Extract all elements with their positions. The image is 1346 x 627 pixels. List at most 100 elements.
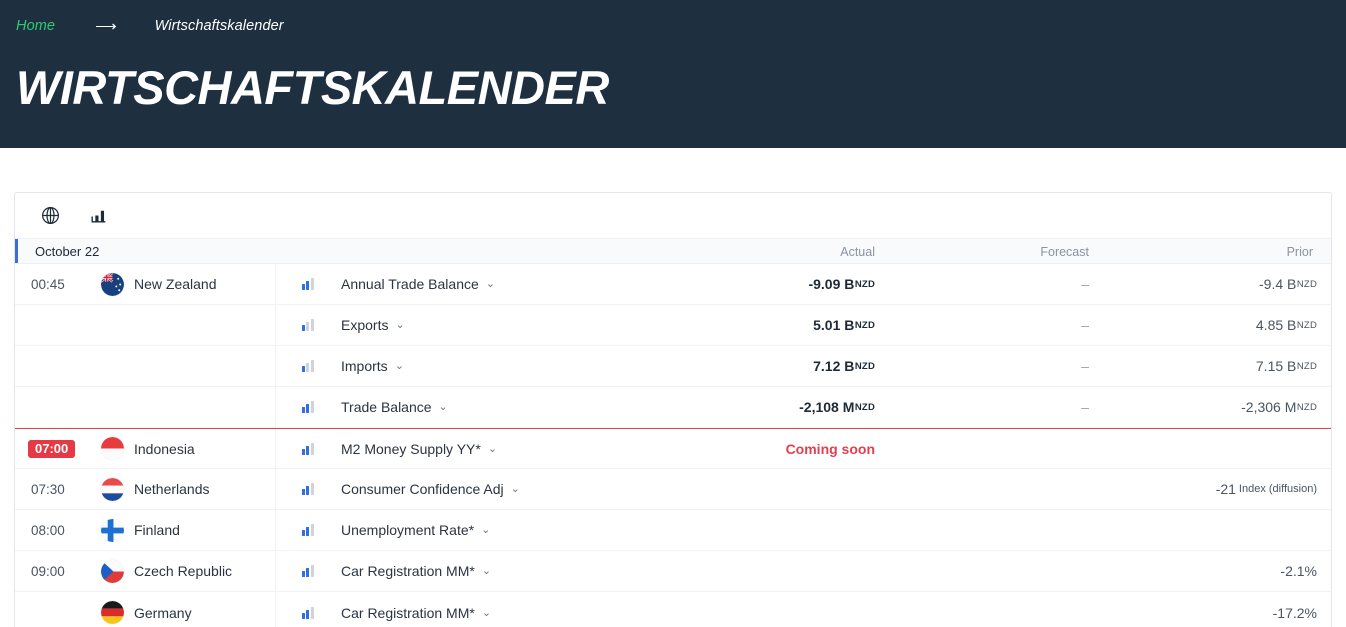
forecast-value: – (1081, 317, 1089, 333)
flag-germany (101, 601, 124, 624)
chevron-down-icon[interactable]: ⌄ (395, 320, 404, 331)
table-row[interactable]: 07:30 Netherlands Consumer Confidence Adj ⌄… (15, 469, 1331, 510)
flag-czech-republic (101, 559, 124, 583)
actual-value: Coming soon (785, 440, 875, 457)
page-title: WIRTSCHAFTSKALENDER (16, 61, 609, 114)
chevron-down-icon[interactable]: ⌄ (481, 525, 490, 536)
impact-indicator (301, 606, 314, 619)
actual-value: -9.09 B NZD (808, 276, 875, 292)
economic-calendar-card: October 22 Actual Forecast Prior 00:45 Ne… (14, 192, 1332, 627)
country-name: New Zealand (134, 276, 217, 292)
country-name: Czech Republic (134, 563, 233, 579)
forecast-value: – (1081, 276, 1089, 292)
flag-finland (101, 518, 124, 542)
flag-netherlands (101, 477, 124, 501)
flag-new-zealand (101, 272, 124, 296)
calendar-wrapper: October 22 Actual Forecast Prior 00:45 Ne… (0, 148, 1346, 627)
prior-value: 7.15 B NZD (1255, 358, 1317, 374)
column-header-forecast: Forecast (1040, 245, 1089, 259)
event-name: Trade Balance (341, 399, 432, 415)
event-name-cell[interactable]: Unemployment Rate* ⌄ (339, 522, 1331, 538)
impact-indicator (301, 524, 314, 536)
prior-value: 4.85 B NZD (1255, 317, 1317, 333)
prior-value: -2,306 M NZD (1241, 399, 1317, 415)
event-time: 00:45 (31, 276, 65, 292)
event-country: Czech Republic (101, 559, 275, 583)
breadcrumb-arrow-icon: ⟶ (95, 17, 117, 35)
chevron-down-icon[interactable]: ⌄ (439, 402, 448, 413)
event-impact (275, 551, 339, 591)
chevron-down-icon[interactable]: ⌄ (482, 607, 491, 619)
site-header: Home ⟶ Wirtschaftskalender WIRTSCHAFTSKA… (0, 0, 1346, 148)
prior-value: -21 Index (diffusion) (1215, 481, 1317, 497)
impact-indicator (301, 319, 314, 331)
table-row[interactable]: 08:00 Finland Unemployment Rate* ⌄ (15, 510, 1331, 551)
prior-value: -2.1% (1280, 563, 1317, 579)
event-time: 08:00 (31, 522, 65, 538)
event-name: M2 Money Supply YY* (341, 440, 481, 457)
event-time: 07:30 (31, 481, 65, 497)
event-name: Consumer Confidence Adj (341, 481, 504, 497)
event-country: Indonesia (101, 437, 275, 460)
table-row[interactable]: 00:45 New Zealand Annual Trade Balance ⌄ -9.… (15, 264, 1331, 305)
event-impact (275, 264, 339, 304)
breadcrumb-current: Wirtschaftskalender (154, 18, 284, 34)
event-impact (275, 510, 339, 550)
event-name: Annual Trade Balance (341, 276, 479, 292)
table-row[interactable]: Germany Car Registration MM* ⌄ -17.2% (15, 592, 1331, 627)
breadcrumb-home-link[interactable]: Home (16, 18, 55, 34)
event-impact (275, 592, 339, 627)
impact-indicator (301, 442, 314, 455)
event-name: Imports (341, 358, 388, 374)
country-name: Germany (134, 604, 192, 621)
chevron-down-icon[interactable]: ⌄ (486, 279, 495, 290)
event-impact (275, 346, 339, 386)
event-name: Exports (341, 317, 389, 333)
table-row[interactable]: Trade Balance ⌄ -2,108 M NZD – -2,306 M NZD (15, 387, 1331, 428)
event-country: Germany (101, 601, 275, 624)
chevron-down-icon[interactable]: ⌄ (395, 361, 404, 372)
actual-value: 5.01 B NZD (813, 317, 875, 333)
event-name: Car Registration MM* (341, 604, 475, 621)
table-row[interactable]: 09:00 Czech Republic Car Registration MM* ⌄… (15, 551, 1331, 592)
date-label: October 22 (35, 243, 100, 259)
event-impact (275, 469, 339, 509)
impact-indicator (301, 565, 314, 577)
table-row[interactable]: 07:00 Indonesia M2 Money Supply YY* ⌄ Coming… (15, 428, 1331, 469)
prior-value: -17.2% (1272, 604, 1317, 621)
chevron-down-icon[interactable]: ⌄ (511, 484, 520, 495)
calendar-toolbar (15, 193, 1331, 238)
impact-indicator (301, 483, 314, 495)
event-country: Finland (101, 518, 275, 542)
actual-value: -2,108 M NZD (799, 399, 875, 415)
calendar-rows: 00:45 New Zealand Annual Trade Balance ⌄ -9.… (15, 264, 1331, 627)
flag-indonesia (101, 437, 124, 460)
table-row[interactable]: Imports ⌄ 7.12 B NZD – 7.15 B NZD (15, 346, 1331, 387)
actual-value: 7.12 B NZD (813, 358, 875, 374)
impact-indicator (301, 278, 314, 290)
event-name: Car Registration MM* (341, 563, 475, 579)
country-name: Netherlands (134, 481, 210, 497)
bar-chart-icon[interactable] (85, 203, 111, 229)
event-time: 07:00 (15, 439, 101, 458)
event-impact (275, 387, 339, 427)
event-country: New Zealand (101, 272, 275, 296)
column-header-actual: Actual (840, 245, 875, 259)
event-time-badge: 07:00 (28, 439, 76, 458)
impact-indicator (301, 401, 314, 413)
event-impact (275, 305, 339, 345)
event-name: Unemployment Rate* (341, 522, 475, 538)
country-name: Indonesia (134, 440, 195, 457)
globe-icon[interactable] (37, 203, 63, 229)
event-time: 09:00 (31, 563, 65, 579)
country-name: Finland (134, 522, 180, 538)
breadcrumb: Home ⟶ Wirtschaftskalender (16, 0, 1330, 44)
event-country: Netherlands (101, 477, 275, 501)
event-impact (275, 429, 339, 468)
table-row[interactable]: Exports ⌄ 5.01 B NZD – 4.85 B NZD (15, 305, 1331, 346)
chevron-down-icon[interactable]: ⌄ (488, 443, 497, 455)
impact-indicator (301, 360, 314, 372)
chevron-down-icon[interactable]: ⌄ (482, 566, 491, 577)
prior-value: -9.4 B NZD (1259, 276, 1317, 292)
column-header-prior: Prior (1286, 245, 1313, 259)
